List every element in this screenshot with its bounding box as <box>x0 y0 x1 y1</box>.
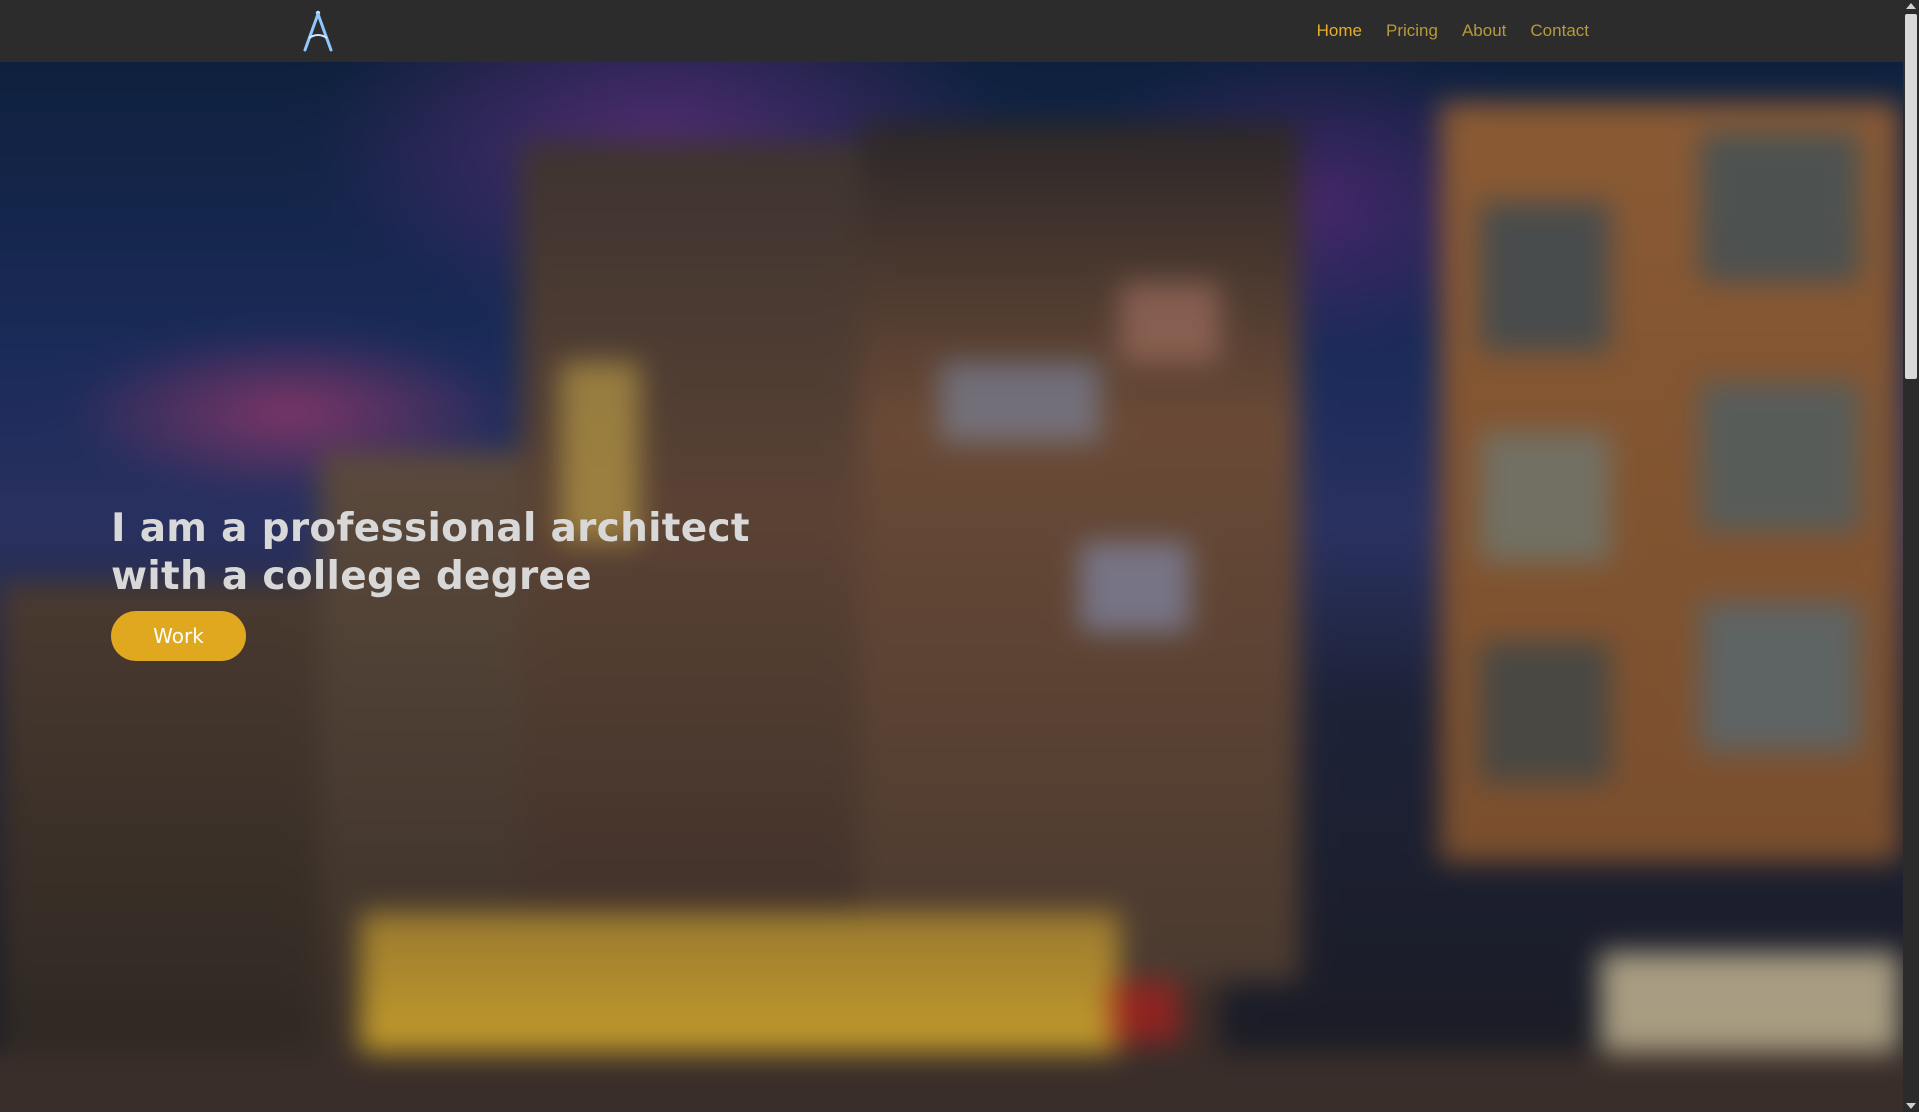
nav-about[interactable]: About <box>1462 21 1506 41</box>
navbar: Home Pricing About Contact <box>0 0 1903 62</box>
scroll-down-arrow-icon[interactable] <box>1906 1103 1916 1109</box>
scroll-up-arrow-icon[interactable] <box>1906 3 1916 9</box>
nav-contact[interactable]: Contact <box>1530 21 1589 41</box>
compass-logo-icon[interactable] <box>299 8 337 54</box>
hero-content: I am a professional architect with a col… <box>111 505 751 661</box>
main-nav: Home Pricing About Contact <box>1317 0 1589 62</box>
vertical-scrollbar[interactable] <box>1903 0 1919 1112</box>
work-button[interactable]: Work <box>111 611 246 661</box>
hero-title: I am a professional architect with a col… <box>111 506 750 599</box>
nav-pricing[interactable]: Pricing <box>1386 21 1438 41</box>
page: Home Pricing About Contact I am a profes… <box>0 0 1903 1112</box>
nav-home[interactable]: Home <box>1317 21 1362 41</box>
hero-section: I am a professional architect with a col… <box>0 62 1903 1112</box>
scrollbar-thumb[interactable] <box>1905 14 1917 379</box>
